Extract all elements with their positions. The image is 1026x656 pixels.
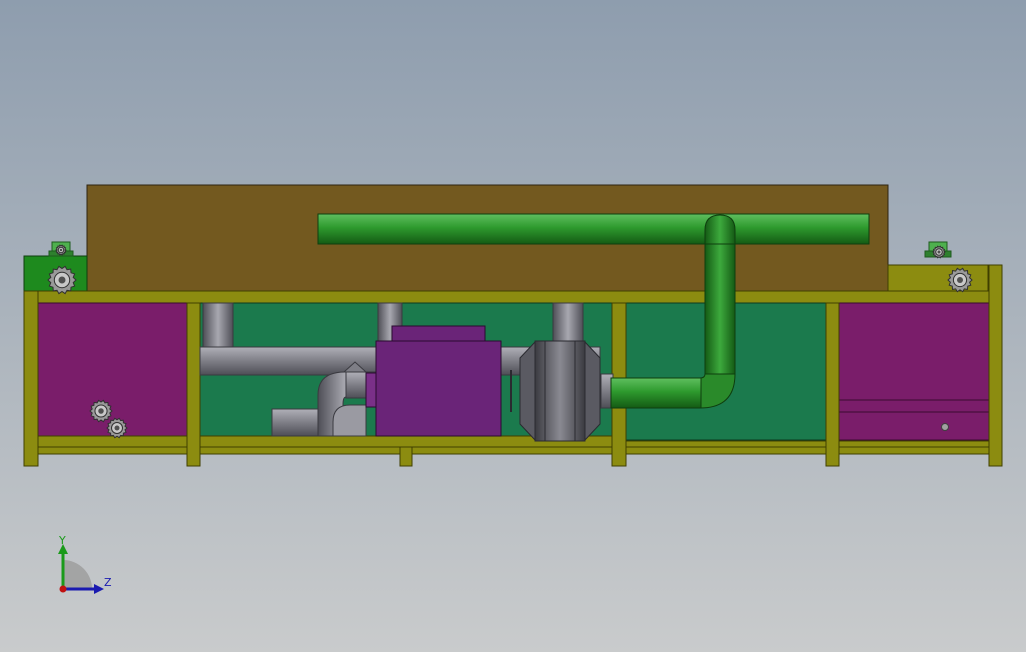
sprocket-icon	[55, 244, 67, 256]
z-axis-label: Z	[104, 576, 112, 589]
y-axis-label: Y	[58, 534, 66, 547]
frame-post	[23, 290, 39, 467]
fan-unit[interactable]	[510, 340, 601, 442]
cad-model-view: Y Z	[0, 0, 1026, 652]
frame-base-rail[interactable]	[23, 446, 990, 455]
right-magenta-panel[interactable]	[838, 302, 990, 441]
sprocket-icon	[932, 245, 946, 259]
right-motor-bracket[interactable]	[887, 264, 989, 293]
cad-viewport[interactable]: Y Z	[0, 0, 1026, 652]
frame-bottom-rail-left[interactable]	[23, 435, 622, 448]
frame-post	[825, 302, 840, 467]
frame-post	[186, 302, 201, 467]
frame-top-rail[interactable]	[23, 290, 990, 304]
left-magenta-panel[interactable]	[37, 302, 188, 437]
panel-knob[interactable]	[941, 423, 949, 431]
axis-origin	[59, 585, 67, 593]
purple-unit[interactable]	[365, 325, 502, 437]
frame-post	[399, 446, 413, 467]
frame-post	[988, 264, 1003, 467]
